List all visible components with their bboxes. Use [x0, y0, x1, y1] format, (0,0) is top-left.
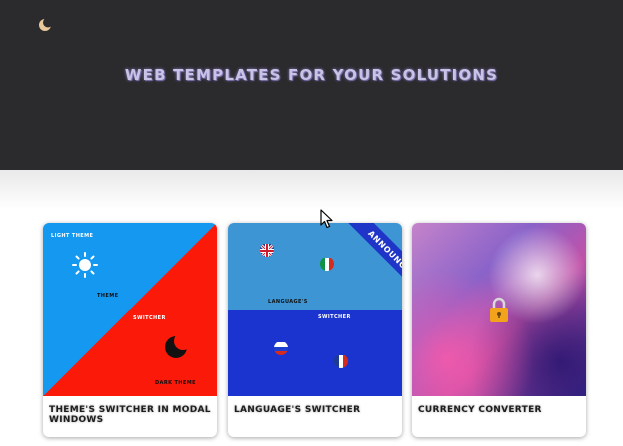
- card-currency-converter[interactable]: CURRENCY CONVERTER: [412, 223, 586, 437]
- sun-icon: [71, 251, 99, 279]
- card-theme-switcher[interactable]: LIGHT THEME THEME SWITCHER DARK THEME TH…: [43, 223, 217, 437]
- card-thumbnail: ANNOUNCED LANGUAGE'S SWITCHER: [228, 223, 402, 396]
- card-language-switcher[interactable]: ANNOUNCED LANGUAGE'S SWITCHER LANGUAGE'S…: [228, 223, 402, 437]
- card-title: THEME'S SWITCHER IN MODAL WINDOWS: [49, 405, 211, 425]
- card-title: LANGUAGE'S SWITCHER: [234, 405, 361, 415]
- hero-header: WEB TEMPLATES FOR YOUR SOLUTIONS: [0, 0, 623, 170]
- card-title: CURRENCY CONVERTER: [418, 405, 542, 415]
- switcher-label: SWITCHER: [318, 314, 351, 320]
- uk-flag-icon[interactable]: [260, 243, 274, 257]
- dark-theme-label: DARK THEME: [155, 380, 196, 386]
- light-theme-label: LIGHT THEME: [51, 233, 94, 239]
- page-title: WEB TEMPLATES FOR YOUR SOLUTIONS: [124, 66, 499, 84]
- italy-flag-icon[interactable]: [320, 257, 334, 271]
- moon-icon[interactable]: [36, 16, 54, 34]
- hero-fade: [0, 170, 623, 210]
- moon-icon: [163, 332, 192, 361]
- card-thumbnail: [412, 223, 586, 396]
- card-thumbnail: LIGHT THEME THEME SWITCHER DARK THEME: [43, 223, 217, 396]
- russia-flag-icon[interactable]: [274, 341, 288, 355]
- languages-label: LANGUAGE'S: [268, 299, 308, 305]
- switcher-label: SWITCHER: [133, 315, 166, 321]
- lock-icon: [488, 297, 510, 323]
- theme-label: THEME: [97, 293, 119, 299]
- france-flag-icon[interactable]: [334, 354, 348, 368]
